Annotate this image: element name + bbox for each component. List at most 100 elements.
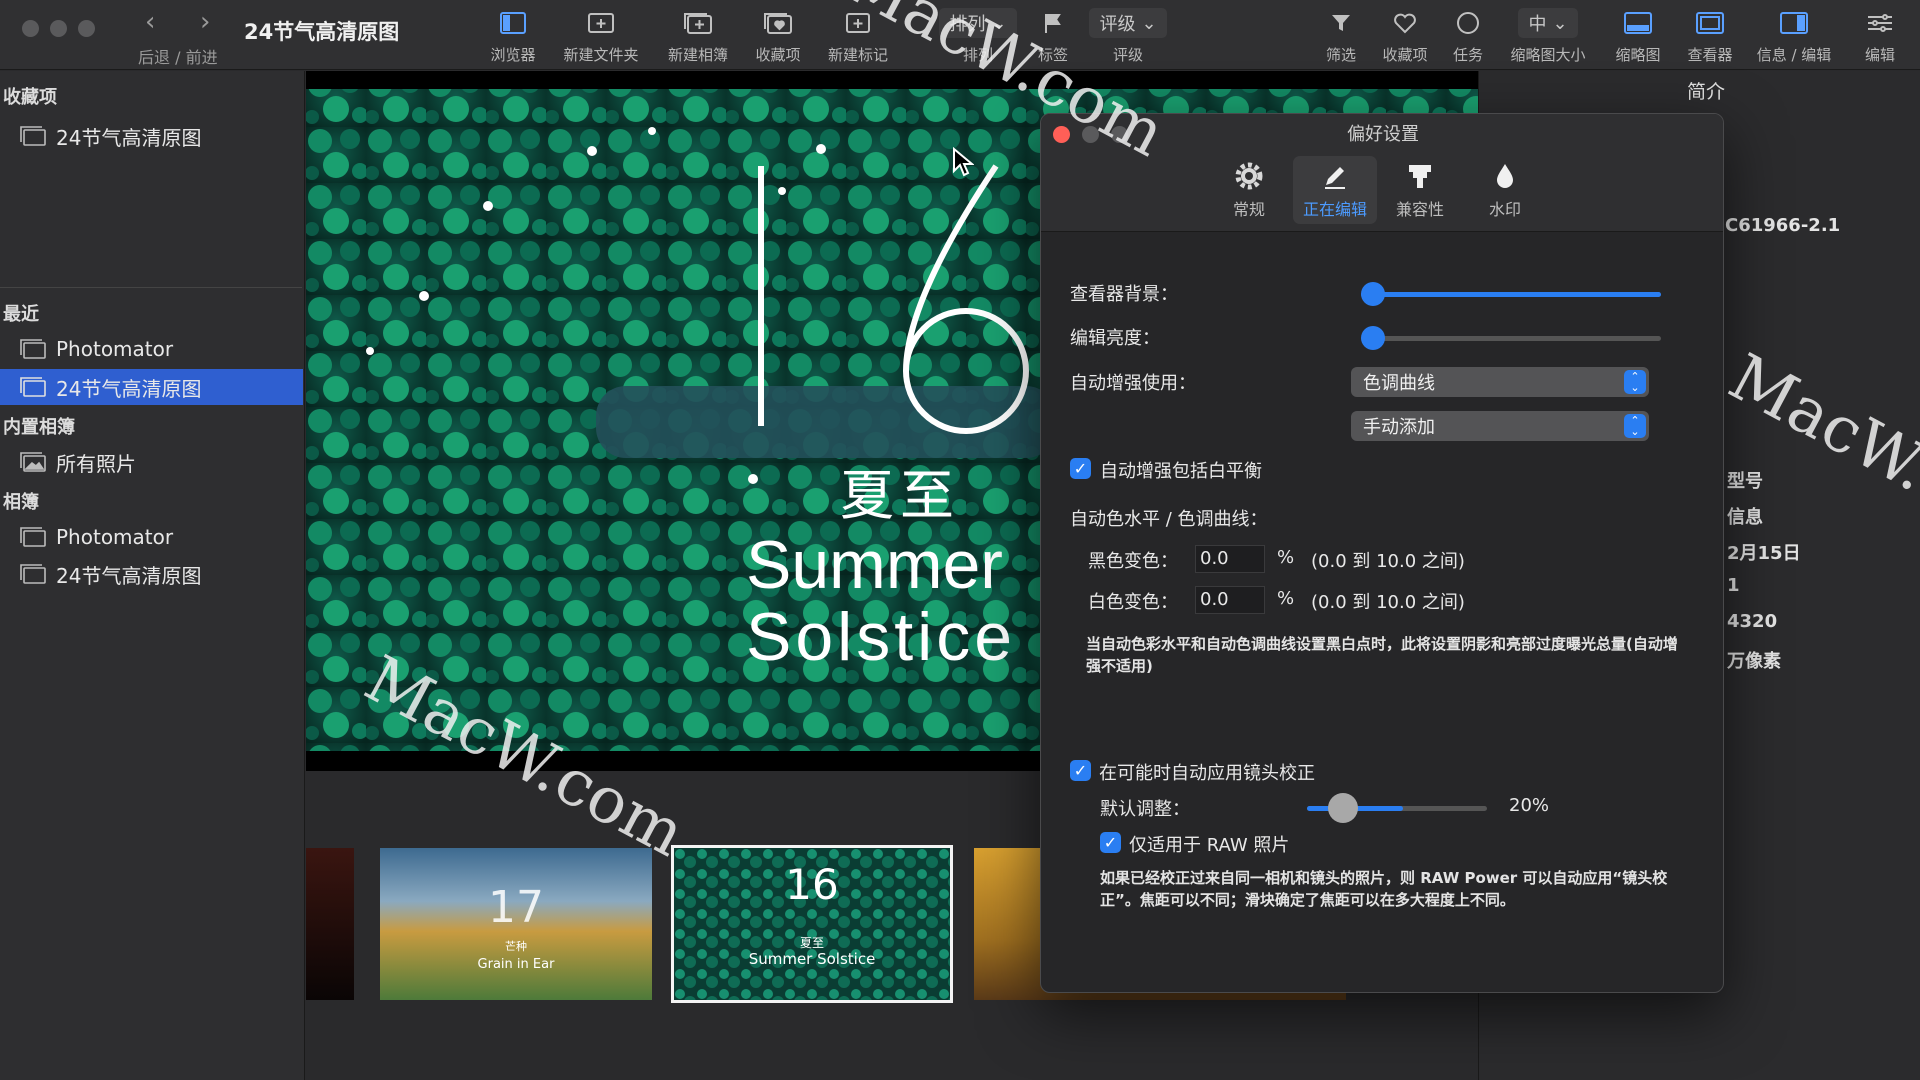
info-value-count: 1 <box>1727 575 1740 596</box>
auto-enhance-add-value: 手动添加 <box>1363 417 1435 438</box>
tab-compatibility[interactable]: 兼容性 <box>1378 156 1462 224</box>
white-clip-input[interactable]: 0.0 <box>1195 586 1265 614</box>
tab-editing[interactable]: 正在编辑 <box>1293 156 1377 224</box>
lens-note: 如果已经校正过来自同一相机和镜头的照片，则 RAW Power 可以自动应用“镜… <box>1100 869 1668 909</box>
plug-icon <box>1378 156 1462 196</box>
mouse-cursor-icon <box>953 147 974 177</box>
up-down-chevron-icon: ⌃ ⌄ <box>1624 414 1646 438</box>
auto-enhance-select[interactable]: 色调曲线 ⌃ ⌄ <box>1351 367 1649 397</box>
black-clip-range: (0.0 到 10.0 之间) <box>1311 551 1465 572</box>
photo-caption-en-2: Solstice <box>746 599 1017 675</box>
default-adjust-label: 默认调整： <box>1100 799 1190 820</box>
thumbnail-caption-cn: 芒种 <box>505 940 527 953</box>
toolbar-label: 新建标记 <box>827 46 888 64</box>
tab-label: 兼容性 <box>1395 200 1444 219</box>
nav-label: 后退 / 前进 <box>138 48 218 67</box>
auto-enhance-add-select[interactable]: 手动添加 ⌃ ⌄ <box>1351 411 1649 441</box>
viewer-bg-slider[interactable] <box>1361 280 1661 308</box>
thumbnail-caption-cn: 夏至 <box>799 936 824 950</box>
sidebar-item-label: 24节气高清原图 <box>56 125 202 150</box>
raw-only-checkbox[interactable]: ✓ <box>1100 832 1121 853</box>
sidebar: 收藏项 24节气高清原图 最近 Photomator 24节气高清原图 内置相簿… <box>0 71 305 1080</box>
thumbnail-0[interactable] <box>306 848 354 1000</box>
toolbar-label: 信息 / 编辑 <box>1756 46 1832 64</box>
toolbar-edit-button[interactable]: 编辑 <box>1832 6 1920 65</box>
toolbar-rating-button[interactable]: 评级 ⌄ 评级 <box>1080 6 1176 65</box>
rating-popup[interactable]: 评级 ⌄ <box>1089 8 1167 38</box>
drop-icon <box>1463 156 1547 196</box>
toolbar-label: 缩略图大小 <box>1510 46 1586 64</box>
edit-brightness-slider[interactable] <box>1361 324 1661 352</box>
info-value-colorspace: C61966-2.1 <box>1725 215 1841 236</box>
tab-general[interactable]: 常规 <box>1207 156 1291 224</box>
tab-label: 水印 <box>1488 200 1521 219</box>
forward-chevron-icon[interactable]: › <box>200 8 210 36</box>
clip-note: 当自动色彩水平和自动色调曲线设置黑白点时，此将设置阴影和亮部过度曝光总量(自动增… <box>1086 635 1678 675</box>
thumb-size-value: 中 <box>1528 14 1547 35</box>
sidebar-item-label: 24节气高清原图 <box>56 376 202 401</box>
sidebar-section-albums[interactable]: 相簿 <box>3 488 39 514</box>
lens-correction-checkbox[interactable]: ✓ <box>1070 760 1091 781</box>
sidebar-item-album-solar-terms[interactable]: 24节气高清原图 <box>0 556 303 592</box>
tab-watermark[interactable]: 水印 <box>1463 156 1547 224</box>
close-button[interactable] <box>22 20 39 37</box>
toolbar-thumb-size-button[interactable]: 中 ⌄ 缩略图大小 <box>1500 6 1596 65</box>
black-clip-input[interactable]: 0.0 <box>1195 545 1265 573</box>
sidebar-item-label: Photomator <box>56 337 174 361</box>
sidebar-item-favorite-album[interactable]: 24节气高清原图 <box>0 118 303 154</box>
thumb-size-popup[interactable]: 中 ⌄ <box>1518 8 1578 38</box>
white-clip-unit: % <box>1277 588 1295 609</box>
toolbar-label: 查看器 <box>1687 46 1733 64</box>
include-wb-label: 自动增强包括白平衡 <box>1100 461 1262 482</box>
slider-knob[interactable] <box>1361 326 1385 350</box>
photo-caption-cn: 夏至 <box>840 464 960 527</box>
sidebar-section-builtin[interactable]: 内置相簿 <box>3 413 75 439</box>
sidebar-item-label: 24节气高清原图 <box>56 563 202 588</box>
gear-icon <box>1207 156 1291 196</box>
thumbnail-number: 17 <box>488 882 544 933</box>
viewer-icon <box>1662 6 1758 40</box>
sidebar-item-all-photos[interactable]: 所有照片 <box>0 444 303 480</box>
rating-popup-value: 评级 <box>1099 14 1136 35</box>
info-value-info: 信息 <box>1727 507 1763 528</box>
album-icon <box>20 377 46 397</box>
sidebar-section-favorites[interactable]: 收藏项 <box>3 83 57 109</box>
info-value-model: 型号 <box>1727 471 1763 492</box>
zoom-button[interactable] <box>78 20 95 37</box>
sidebar-item-album-photomator[interactable]: Photomator <box>0 519 303 555</box>
toolbar-label: 编辑 <box>1864 46 1895 64</box>
toolbar-browser-button[interactable]: 浏览器 <box>465 6 561 65</box>
tab-label: 正在编辑 <box>1302 200 1367 219</box>
pencil-icon <box>1293 156 1377 196</box>
album-icon <box>20 527 46 547</box>
levels-curve-label: 自动色水平 / 色调曲线： <box>1070 509 1268 530</box>
new-folder-icon <box>553 6 649 40</box>
up-down-chevron-icon: ⌃ ⌄ <box>1624 370 1646 394</box>
slider-knob[interactable] <box>1361 282 1385 306</box>
sidebar-item-recent-photomator[interactable]: Photomator <box>0 331 303 367</box>
toolbar-new-folder-button[interactable]: 新建文件夹 <box>553 6 649 65</box>
black-clip-label: 黑色变色： <box>1088 551 1178 572</box>
back-chevron-icon[interactable]: ‹ <box>145 8 155 36</box>
sidebar-item-recent-solar-terms[interactable]: 24节气高清原图 <box>0 369 303 405</box>
include-wb-checkbox[interactable]: ✓ <box>1070 458 1091 479</box>
adjust-icon <box>1832 6 1920 40</box>
thumbnail-2-selected[interactable]: 16 夏至 Summer Solstice <box>671 845 953 1003</box>
raw-only-label: 仅适用于 RAW 照片 <box>1129 835 1290 856</box>
minimize-button[interactable] <box>50 20 67 37</box>
info-panel-title: 简介 <box>1687 81 1726 103</box>
toolbar-viewer-button[interactable]: 查看器 <box>1662 6 1758 65</box>
app-window: ‹ › 后退 / 前进 24节气高清原图 浏览器 新建文件夹 新建相簿 收藏项 … <box>0 0 1920 1080</box>
auto-enhance-value: 色调曲线 <box>1363 373 1435 394</box>
toolbar-info-edit-button[interactable]: 信息 / 编辑 <box>1746 6 1842 65</box>
slider-knob[interactable] <box>1328 793 1358 823</box>
default-adjust-value: 20% <box>1509 795 1550 816</box>
sidebar-section-recent[interactable]: 最近 <box>3 300 39 326</box>
album-icon <box>20 339 46 359</box>
white-clip-label: 白色变色： <box>1088 592 1178 613</box>
thumbnail-number: 16 <box>785 860 839 909</box>
black-clip-unit: % <box>1277 547 1295 568</box>
thumbnail-caption-en: Summer Solstice <box>748 950 876 968</box>
thumbnail-1[interactable]: 17 芒种 Grain in Ear <box>380 848 652 1000</box>
default-adjust-slider[interactable] <box>1307 792 1487 824</box>
